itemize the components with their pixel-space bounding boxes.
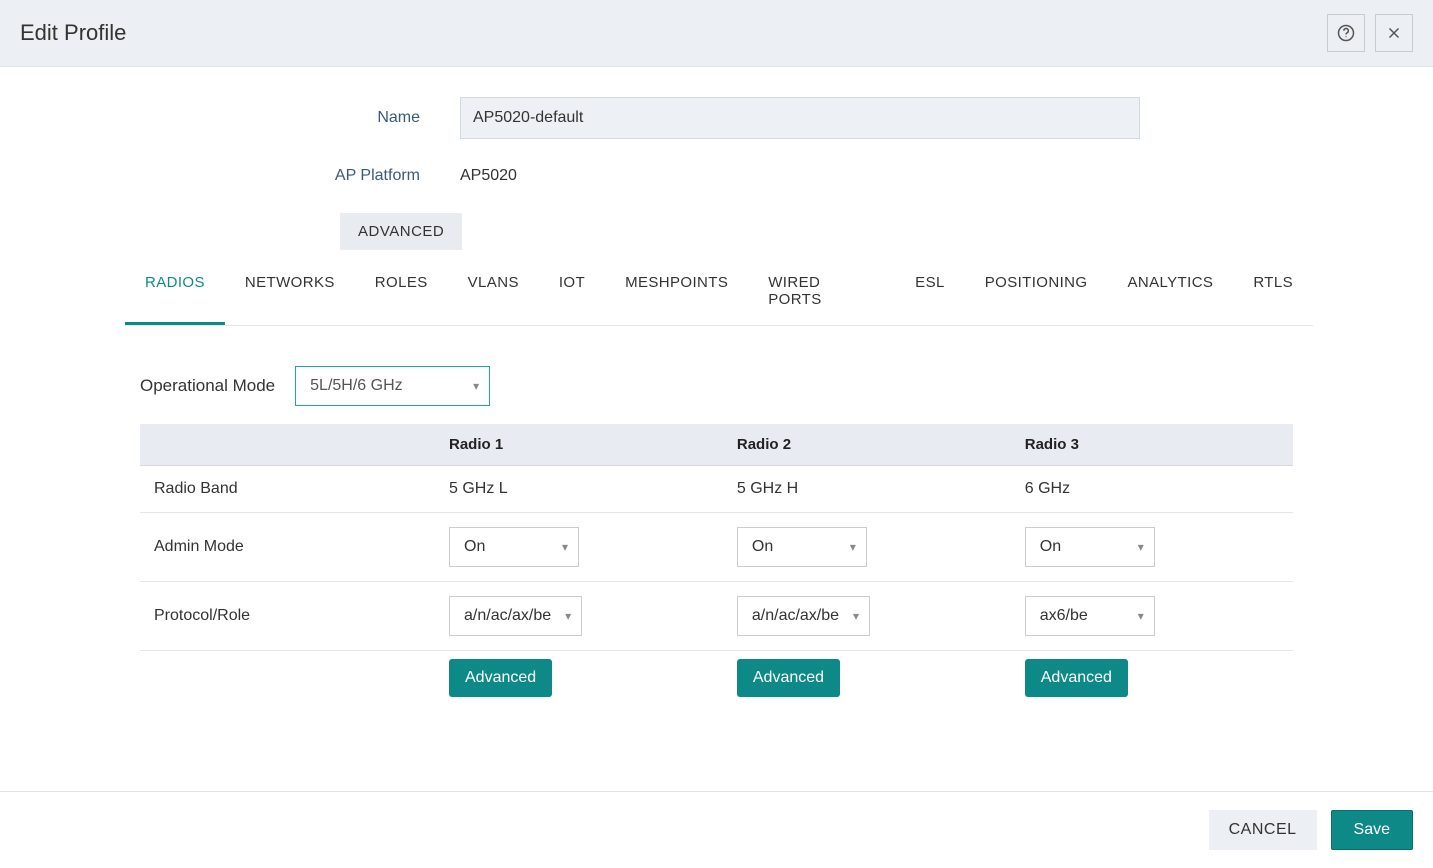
radio1-admin-mode-value: On	[464, 538, 485, 556]
tab-bar: RADIOS NETWORKS ROLES VLANS IOT MESHPOIN…	[125, 260, 1313, 326]
radio-table: Radio 1 Radio 2 Radio 3 Radio Band 5 GHz…	[140, 424, 1293, 711]
radio1-advanced-button[interactable]: Advanced	[449, 659, 552, 697]
tab-networks[interactable]: NETWORKS	[225, 260, 355, 325]
table-row: Radio Band 5 GHz L 5 GHz H 6 GHz	[140, 466, 1293, 513]
col-header-radio1: Radio 1	[435, 424, 723, 466]
radio2-admin-mode-value: On	[752, 538, 773, 556]
help-icon	[1337, 24, 1355, 42]
tab-positioning[interactable]: POSITIONING	[965, 260, 1108, 325]
close-icon	[1385, 24, 1403, 42]
radio2-protocol-value: a/n/ac/ax/be	[752, 607, 839, 625]
advanced-toggle-button[interactable]: ADVANCED	[340, 213, 462, 250]
tab-vlans[interactable]: VLANS	[448, 260, 539, 325]
name-label: Name	[120, 109, 460, 127]
table-row: Advanced Advanced Advanced	[140, 651, 1293, 712]
row-admin-mode-label: Admin Mode	[140, 513, 435, 582]
page-title: Edit Profile	[20, 20, 126, 46]
radio1-protocol-select[interactable]: a/n/ac/ax/be	[449, 596, 582, 636]
tab-roles[interactable]: ROLES	[355, 260, 448, 325]
radio1-admin-mode-select[interactable]: On	[449, 527, 579, 567]
tab-esl[interactable]: ESL	[895, 260, 965, 325]
row-protocol-label: Protocol/Role	[140, 582, 435, 651]
cancel-button[interactable]: CANCEL	[1209, 810, 1317, 850]
tab-analytics[interactable]: ANALYTICS	[1107, 260, 1233, 325]
radio3-protocol-select[interactable]: ax6/be	[1025, 596, 1155, 636]
tab-wired-ports[interactable]: WIRED PORTS	[748, 260, 895, 325]
tab-rtls[interactable]: RTLS	[1233, 260, 1313, 325]
col-header-blank	[140, 424, 435, 466]
platform-label: AP Platform	[120, 167, 460, 185]
operational-mode-value: 5L/5H/6 GHz	[310, 377, 402, 395]
radio3-band: 6 GHz	[1011, 466, 1293, 513]
tab-iot[interactable]: IOT	[539, 260, 605, 325]
tab-meshpoints[interactable]: MESHPOINTS	[605, 260, 748, 325]
operational-mode-select[interactable]: 5L/5H/6 GHz	[295, 366, 490, 406]
radio3-admin-mode-value: On	[1040, 538, 1061, 556]
radio3-protocol-value: ax6/be	[1040, 607, 1088, 625]
radio1-protocol-value: a/n/ac/ax/be	[464, 607, 551, 625]
radio2-advanced-button[interactable]: Advanced	[737, 659, 840, 697]
col-header-radio2: Radio 2	[723, 424, 1011, 466]
row-radio-band-label: Radio Band	[140, 466, 435, 513]
platform-value: AP5020	[460, 167, 517, 184]
operational-mode-label: Operational Mode	[140, 376, 275, 396]
close-button[interactable]	[1375, 14, 1413, 52]
radio2-band: 5 GHz H	[723, 466, 1011, 513]
table-row: Protocol/Role a/n/ac/ax/be a/n/ac/ax/be …	[140, 582, 1293, 651]
col-header-radio3: Radio 3	[1011, 424, 1293, 466]
radio3-admin-mode-select[interactable]: On	[1025, 527, 1155, 567]
radio2-protocol-select[interactable]: a/n/ac/ax/be	[737, 596, 870, 636]
help-button[interactable]	[1327, 14, 1365, 52]
table-row: Admin Mode On On On	[140, 513, 1293, 582]
radio1-band: 5 GHz L	[435, 466, 723, 513]
radio3-advanced-button[interactable]: Advanced	[1025, 659, 1128, 697]
name-input[interactable]	[460, 97, 1140, 139]
save-button[interactable]: Save	[1331, 810, 1413, 850]
radio2-admin-mode-select[interactable]: On	[737, 527, 867, 567]
tab-radios[interactable]: RADIOS	[125, 260, 225, 325]
